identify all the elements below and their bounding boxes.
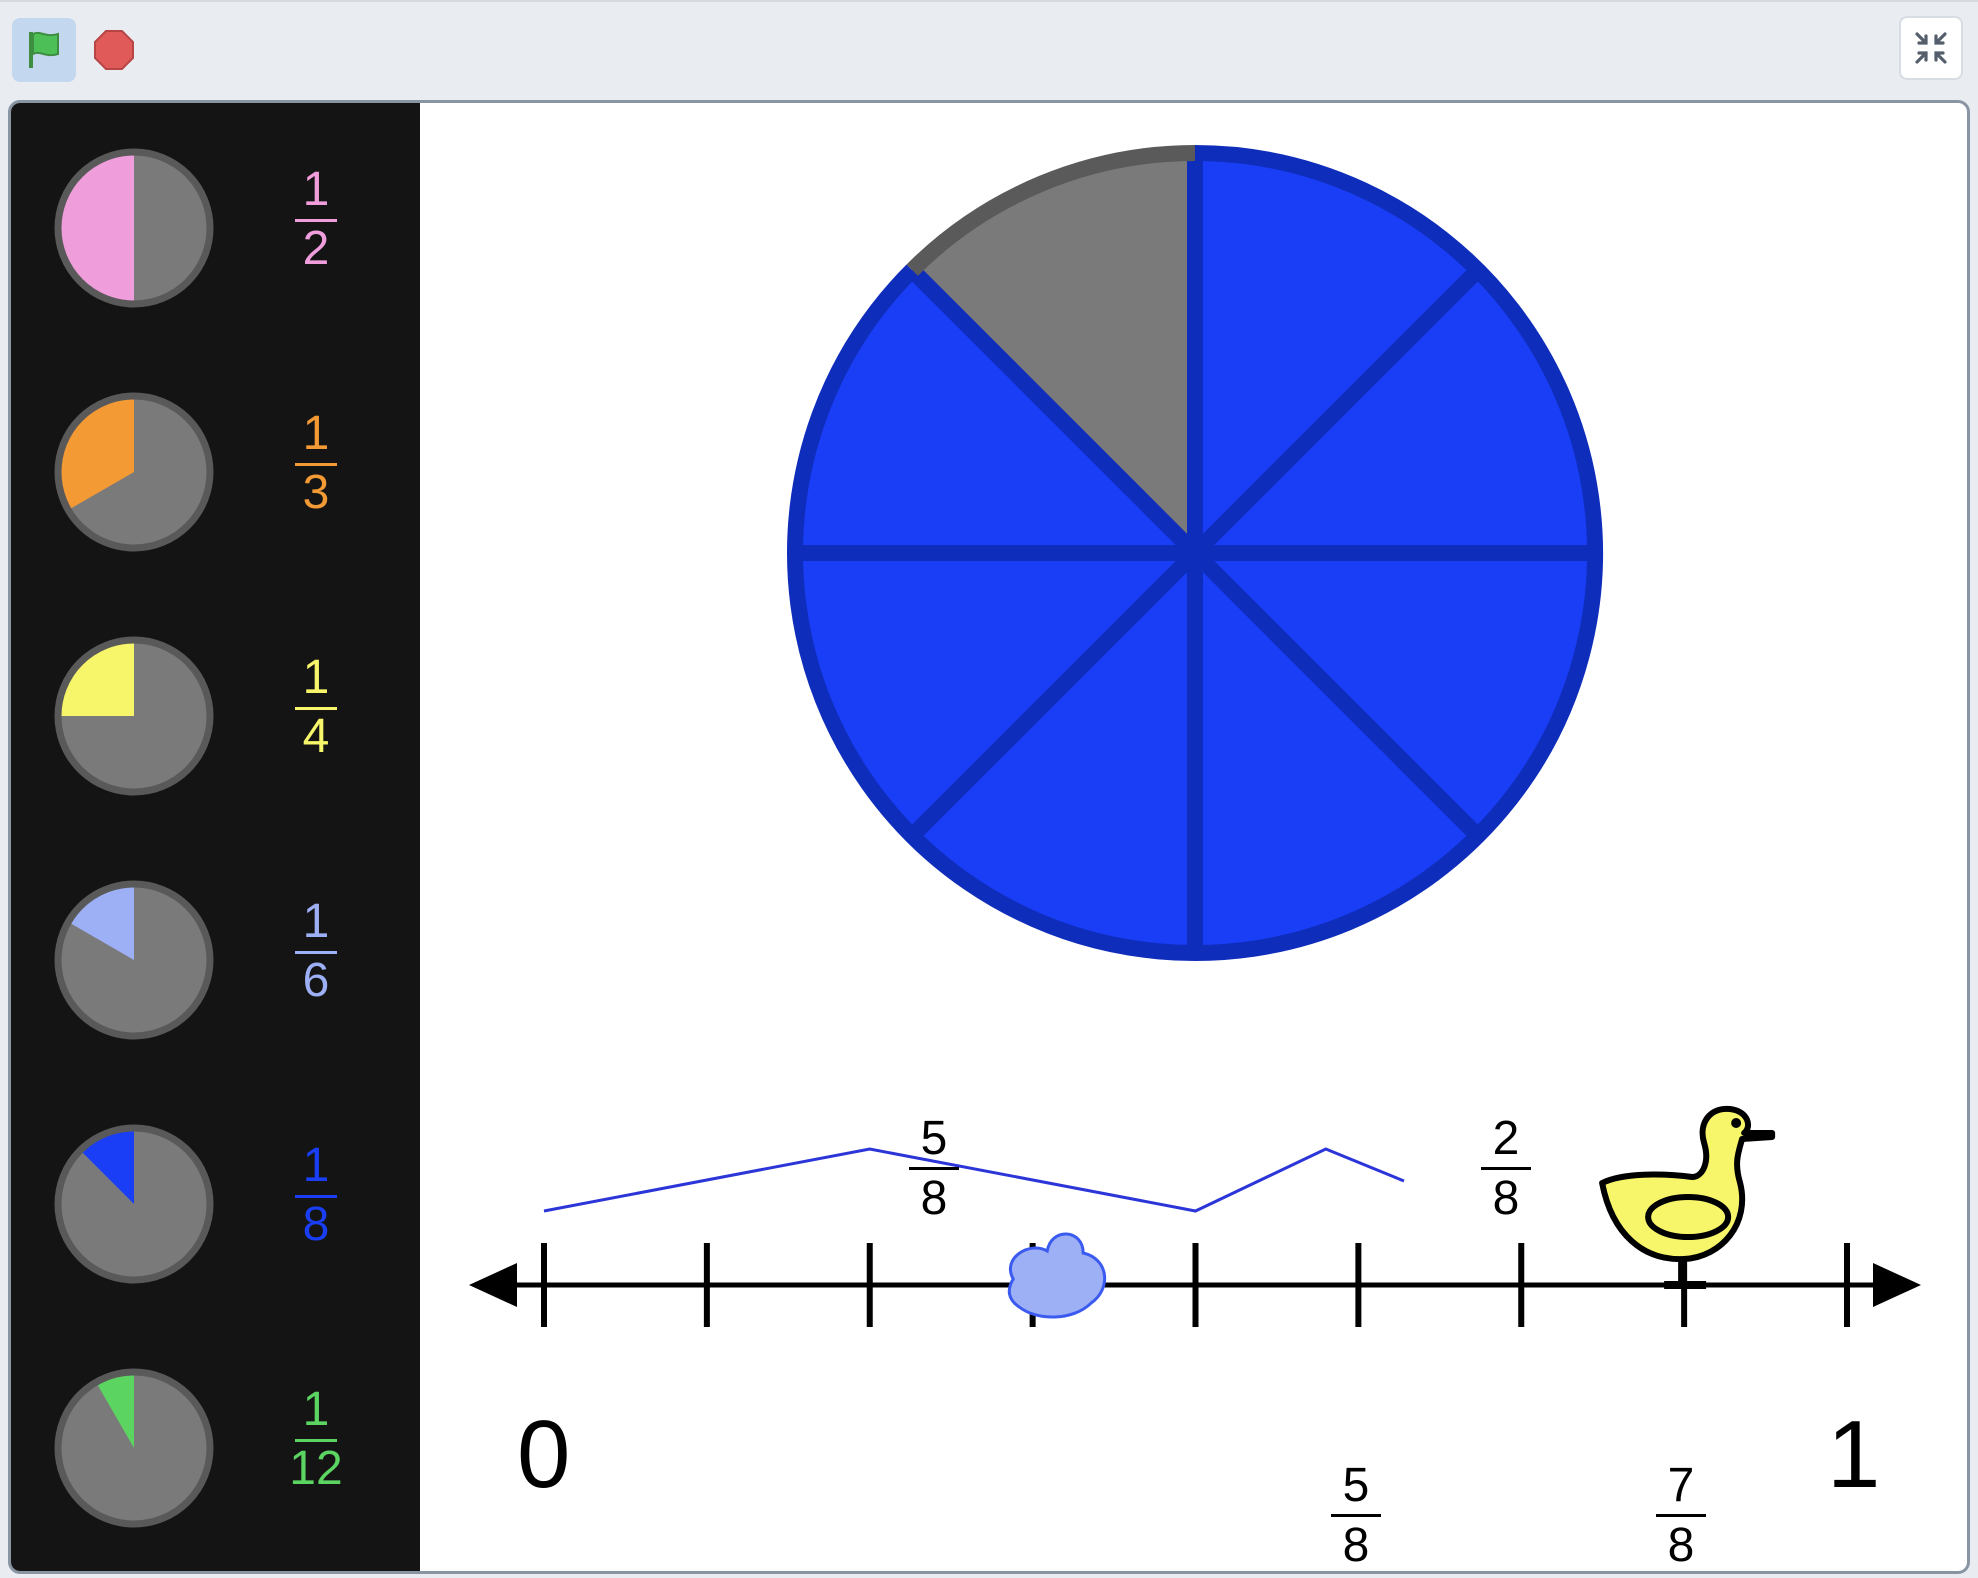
end-label: 1 — [1827, 1401, 1881, 1508]
denominator: 8 — [1342, 1519, 1370, 1572]
numerator: 5 — [1342, 1459, 1370, 1512]
toolbar — [0, 0, 1978, 98]
numerator: 7 — [1667, 1459, 1695, 1512]
tick-label-five-eighths: 5 8 — [1331, 1461, 1381, 1571]
jump-label-1: 5 8 — [909, 1114, 959, 1224]
numerator: 5 — [920, 1112, 948, 1165]
tick-label-seven-eighths: 7 8 — [1656, 1461, 1706, 1571]
exit-fullscreen-button[interactable] — [1899, 16, 1963, 80]
start-label: 0 — [517, 1401, 571, 1508]
fraction-bar — [1481, 1167, 1531, 1170]
denominator: 8 — [1667, 1519, 1695, 1572]
fraction-bar — [1331, 1514, 1381, 1517]
right-arrowhead — [1873, 1263, 1921, 1307]
jump-path — [543, 1147, 1405, 1213]
green-flag-icon — [29, 31, 59, 68]
fraction-bar — [909, 1167, 959, 1170]
green-flag-button[interactable] — [12, 18, 76, 82]
exit-fullscreen-icon — [1915, 32, 1947, 64]
stage: 1 2 1 3 1 4 1 6 1 8 1 12 5 8 2 8 0 1 5 8… — [8, 100, 1970, 1574]
stop-icon — [94, 30, 134, 70]
denominator: 8 — [920, 1172, 948, 1225]
left-arrowhead — [469, 1263, 517, 1307]
denominator: 8 — [1492, 1172, 1520, 1225]
fraction-bar — [1656, 1514, 1706, 1517]
numerator: 2 — [1492, 1112, 1520, 1165]
jump-label-2: 2 8 — [1481, 1114, 1531, 1224]
stop-button[interactable] — [82, 18, 146, 82]
puddle-icon[interactable] — [1007, 1232, 1107, 1319]
fraction-pie[interactable] — [787, 145, 1603, 961]
activity-canvas — [469, 145, 1921, 1327]
